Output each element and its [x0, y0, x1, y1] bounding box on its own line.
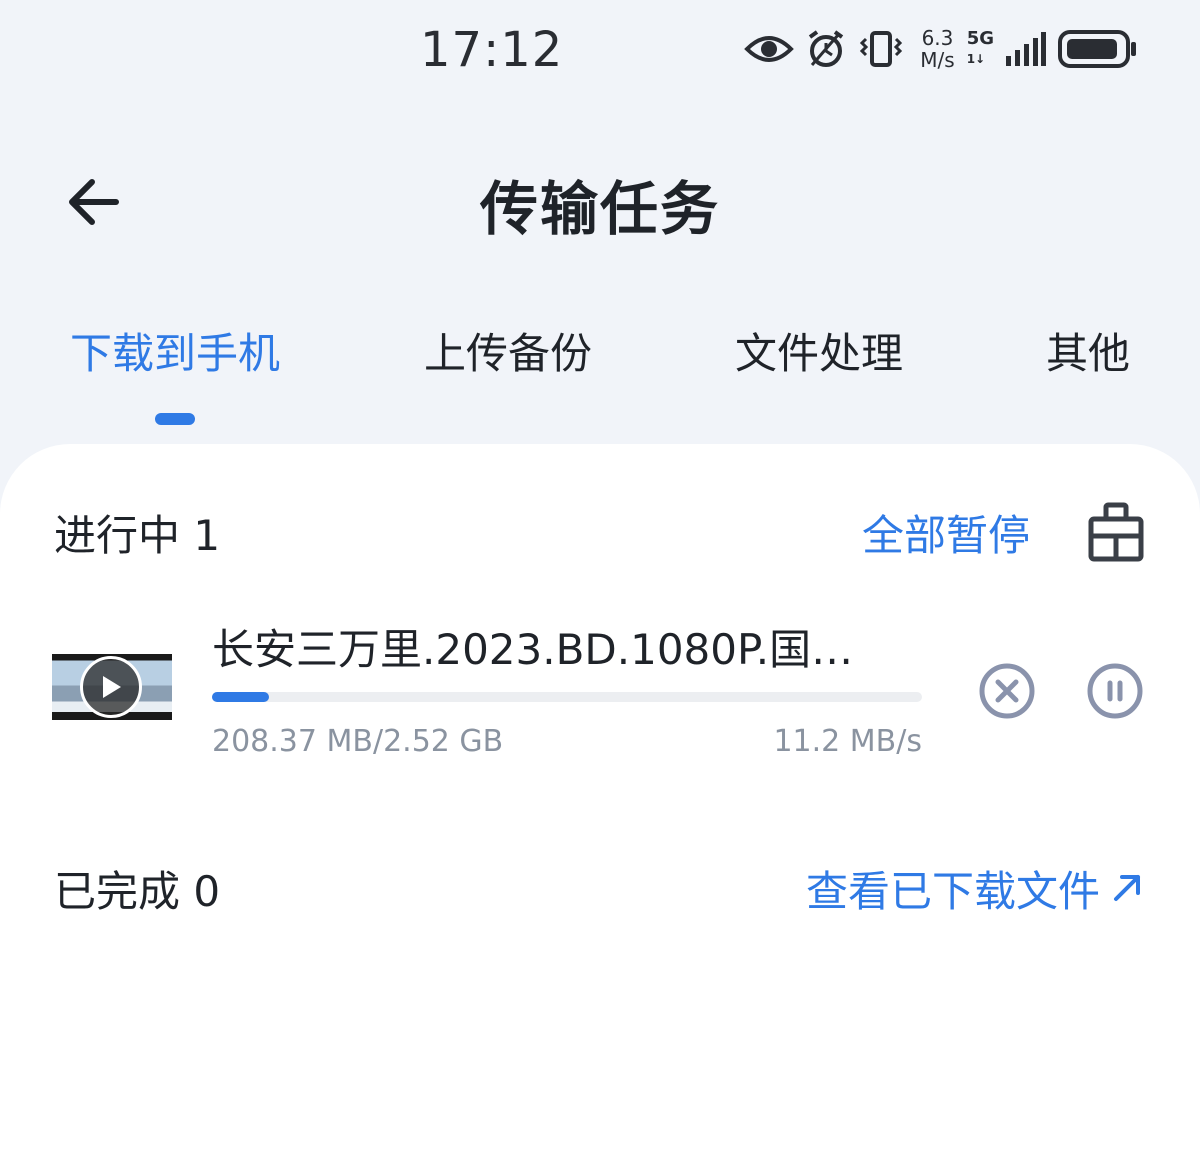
view-downloaded-files-link[interactable]: 查看已下载文件 — [806, 858, 1144, 919]
download-task-item[interactable]: 长安三万里.2023.BD.1080P.国… 208.37 MB/2.52 GB… — [52, 614, 1144, 774]
signal-icon — [1006, 32, 1046, 66]
task-file-name: 长安三万里.2023.BD.1080P.国… — [212, 625, 854, 674]
battery-icon — [1058, 30, 1136, 68]
view-downloaded-files-label: 查看已下载文件 — [805, 866, 1100, 916]
status-icons: 6.3 M/s 5G 1↓ — [744, 24, 1138, 74]
close-circle-icon — [979, 663, 1035, 719]
tab-bar: 下载到手机 上传备份 文件处理 其他 — [0, 320, 1200, 430]
tab-download-to-phone[interactable]: 下载到手机 — [70, 320, 280, 425]
pause-all-button[interactable]: 全部暂停 — [862, 502, 1030, 563]
status-bar: 17:12 6.3 M/s 5G 1↓ — [0, 0, 1200, 100]
alarm-icon — [809, 30, 844, 67]
completed-title: 已完成 0 — [54, 866, 221, 916]
network-speed-value: 6.3 — [921, 26, 954, 50]
page-title: 传输任务 — [479, 175, 720, 243]
in-progress-actions: 全部暂停 — [862, 502, 1144, 563]
tab-label: 文件处理 — [735, 329, 904, 378]
network-speed-unit: M/s — [920, 48, 955, 72]
in-progress-title: 进行中 1 — [54, 510, 221, 560]
network-speed: 6.3 M/s — [920, 27, 954, 71]
tab-label: 下载到手机 — [70, 329, 281, 378]
tab-file-processing[interactable]: 文件处理 — [735, 320, 903, 381]
pause-circle-icon — [1087, 663, 1143, 719]
network-type-label: 5G — [966, 28, 994, 49]
status-time: 17:12 — [420, 22, 564, 78]
download-progress-fill — [212, 692, 269, 702]
task-actions — [978, 662, 1144, 720]
broom-icon[interactable] — [1088, 502, 1144, 562]
in-progress-header: 进行中 1 全部暂停 — [54, 502, 1144, 562]
tab-label: 上传备份 — [424, 329, 593, 378]
arrow-up-right-icon — [1114, 875, 1140, 901]
tab-upload-backup[interactable]: 上传备份 — [424, 320, 592, 381]
tab-active-indicator — [155, 413, 195, 425]
tab-other[interactable]: 其他 — [1046, 320, 1130, 381]
video-thumbnail — [52, 654, 172, 720]
play-icon — [80, 656, 142, 718]
transfer-list-card: 进行中 1 全部暂停 长安三万里.2023.BD.1080P.国… 208.37… — [0, 444, 1200, 1175]
network-type: 5G 1↓ — [967, 29, 994, 69]
task-speed-text: 11.2 MB/s — [773, 724, 922, 759]
network-type-sub: 1↓ — [966, 52, 986, 66]
completed-header: 已完成 0 查看已下载文件 — [54, 858, 1144, 918]
pause-task-button[interactable] — [1086, 662, 1144, 720]
tab-label: 其他 — [1046, 329, 1131, 378]
header: 传输任务 — [0, 140, 1200, 260]
eye-icon — [744, 36, 795, 62]
vibrate-icon — [860, 31, 903, 67]
download-progress-bar — [212, 692, 922, 702]
cancel-task-button[interactable] — [978, 662, 1036, 720]
